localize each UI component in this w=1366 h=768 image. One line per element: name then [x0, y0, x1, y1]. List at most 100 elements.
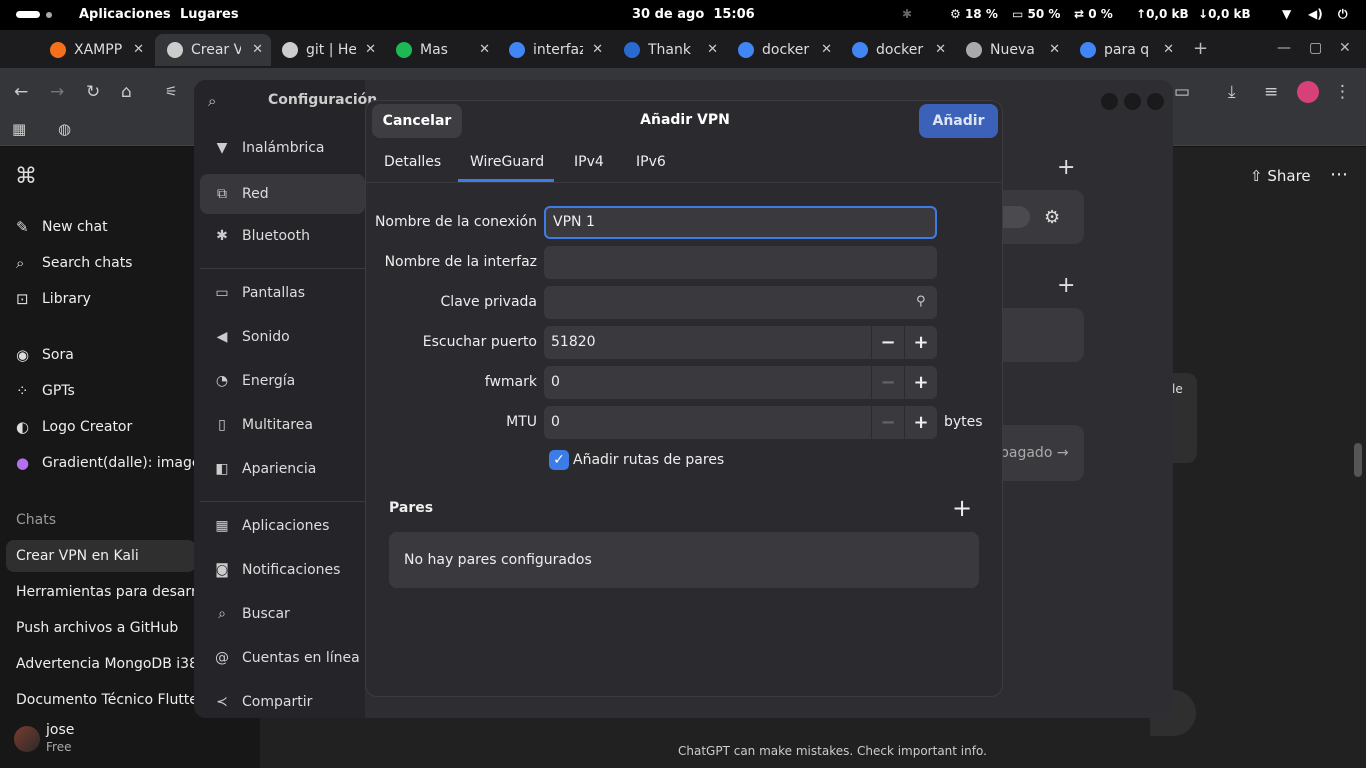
- fwmark-input[interactable]: 0: [544, 366, 871, 399]
- browser-tab[interactable]: Thank ✕: [612, 34, 726, 66]
- browser-menu-icon[interactable]: ⋮: [1334, 82, 1351, 102]
- interface-name-input[interactable]: [544, 246, 937, 279]
- new-tab-button[interactable]: +: [1193, 38, 1208, 59]
- settings-item[interactable]: ✱ Bluetooth: [212, 228, 310, 244]
- nav-item[interactable]: ⊡ Library: [16, 290, 91, 308]
- back-icon[interactable]: ←: [14, 82, 28, 102]
- browser-tab[interactable]: Nueva ✕: [954, 34, 1068, 66]
- wifi-icon[interactable]: ▼: [1282, 7, 1291, 21]
- listen-port-increment-button[interactable]: +: [904, 326, 937, 359]
- share-button[interactable]: ⇧ Share: [1250, 167, 1311, 185]
- browser-tab[interactable]: interfaz ✕: [497, 34, 611, 66]
- browser-tab[interactable]: git | Hel ✕: [270, 34, 384, 66]
- close-icon[interactable]: [1147, 93, 1164, 110]
- reload-icon[interactable]: ↻: [86, 82, 100, 102]
- fwmark-increment-button[interactable]: +: [904, 366, 937, 399]
- close-tab-icon[interactable]: ✕: [133, 42, 144, 57]
- nav-item[interactable]: ◐ Logo Creator: [16, 418, 132, 436]
- close-window-button[interactable]: ✕: [1339, 40, 1351, 56]
- forward-icon[interactable]: →: [50, 82, 64, 102]
- browser-tab[interactable]: XAMPP ✕: [38, 34, 152, 66]
- maximize-icon[interactable]: [1124, 93, 1141, 110]
- avatar[interactable]: [14, 726, 40, 752]
- download-icon[interactable]: ⤓: [1228, 82, 1236, 102]
- settings-item[interactable]: ◀ Sonido: [212, 329, 290, 345]
- close-tab-icon[interactable]: ✕: [1163, 42, 1174, 57]
- activities-indicator[interactable]: [16, 11, 52, 18]
- close-tab-icon[interactable]: ✕: [365, 42, 376, 57]
- chat-history-item[interactable]: Advertencia MongoDB i386: [16, 656, 196, 672]
- settings-item[interactable]: ▼ Inalámbrica: [212, 140, 325, 156]
- chat-history-item[interactable]: Push archivos a GitHub: [16, 620, 196, 636]
- settings-item[interactable]: ◙ Notificaciones: [212, 562, 340, 578]
- close-tab-icon[interactable]: ✕: [821, 42, 832, 57]
- close-tab-icon[interactable]: ✕: [479, 42, 490, 57]
- mtu-decrement-button[interactable]: −: [871, 406, 904, 439]
- close-tab-icon[interactable]: ✕: [707, 42, 718, 57]
- nav-item[interactable]: ⌕ Search chats: [16, 254, 132, 272]
- tab-ipv6[interactable]: IPv6: [636, 154, 666, 170]
- browser-tab[interactable]: Crear VPN ✕: [155, 34, 271, 66]
- profile-avatar[interactable]: [1297, 81, 1319, 103]
- add-button[interactable]: Añadir: [919, 104, 998, 138]
- home-icon[interactable]: ⌂: [121, 82, 132, 102]
- settings-item[interactable]: ▯ Multitarea: [212, 417, 313, 433]
- cast-icon[interactable]: ▭: [1174, 82, 1190, 102]
- scrollbar[interactable]: [1354, 443, 1362, 477]
- add-routes-label[interactable]: Añadir rutas de pares: [573, 452, 724, 468]
- close-tab-icon[interactable]: ✕: [252, 42, 263, 57]
- applications-menu[interactable]: Aplicaciones: [79, 7, 171, 22]
- settings-item[interactable]: ▦ Aplicaciones: [212, 518, 329, 534]
- add-icon[interactable]: +: [1057, 273, 1075, 298]
- settings-item[interactable]: ⧉ Red: [200, 174, 365, 214]
- power-icon[interactable]: ⏻: [1338, 7, 1348, 22]
- maximize-button[interactable]: ▢: [1309, 40, 1322, 56]
- chat-history-item[interactable]: Documento Técnico Flutter: [16, 692, 196, 708]
- minimize-icon[interactable]: [1101, 93, 1118, 110]
- settings-item[interactable]: ▭ Pantallas: [212, 285, 305, 301]
- close-tab-icon[interactable]: ✕: [1049, 42, 1060, 57]
- clock[interactable]: 30 de ago 15:06: [632, 7, 755, 22]
- close-tab-icon[interactable]: ✕: [592, 42, 603, 57]
- nav-item[interactable]: ✎ New chat: [16, 218, 108, 236]
- close-tab-icon[interactable]: ✕: [935, 42, 946, 57]
- gear-icon[interactable]: ⚙: [1044, 207, 1060, 228]
- site-info-icon[interactable]: ⚟: [165, 84, 178, 100]
- browser-tab[interactable]: docker ✕: [840, 34, 954, 66]
- tab-wireguard[interactable]: WireGuard: [470, 154, 544, 170]
- apps-grid-icon[interactable]: ▦: [12, 120, 26, 138]
- connection-name-input[interactable]: VPN 1: [544, 206, 937, 239]
- search-icon[interactable]: ⌕: [208, 92, 216, 110]
- nav-item[interactable]: ● Gradient(dalle): image, p: [16, 454, 218, 472]
- tab-details[interactable]: Detalles: [384, 154, 441, 170]
- tab-ipv4[interactable]: IPv4: [574, 154, 604, 170]
- settings-item[interactable]: ◔ Energía: [212, 373, 295, 389]
- chat-history-item[interactable]: Crear VPN en Kali: [6, 540, 196, 572]
- globe-icon[interactable]: ◍: [58, 120, 71, 138]
- add-routes-checkbox[interactable]: ✓: [549, 450, 569, 470]
- openai-logo-icon[interactable]: ⌘: [15, 164, 37, 189]
- nav-item[interactable]: ⁘ GPTs: [16, 382, 75, 400]
- key-icon[interactable]: ⚲: [916, 294, 926, 309]
- browser-tab[interactable]: docker ✕: [726, 34, 840, 66]
- volume-icon[interactable]: ◀): [1308, 7, 1323, 21]
- private-key-input[interactable]: [544, 286, 937, 319]
- more-options-icon[interactable]: ⋯: [1330, 164, 1348, 185]
- settings-item[interactable]: ≺ Compartir: [212, 694, 312, 710]
- mtu-increment-button[interactable]: +: [904, 406, 937, 439]
- chat-history-item[interactable]: Herramientas para desarrollo: [16, 584, 196, 600]
- nav-item[interactable]: ◉ Sora: [16, 346, 74, 364]
- browser-tab[interactable]: para q ✕: [1068, 34, 1182, 66]
- settings-item[interactable]: ⌕ Buscar: [212, 606, 290, 622]
- places-menu[interactable]: Lugares: [180, 7, 239, 22]
- listen-port-decrement-button[interactable]: −: [871, 326, 904, 359]
- minimize-button[interactable]: —: [1277, 40, 1291, 56]
- browser-tab[interactable]: Mas ✕: [384, 34, 498, 66]
- fwmark-decrement-button[interactable]: −: [871, 366, 904, 399]
- media-control-icon[interactable]: ≡: [1264, 82, 1278, 102]
- settings-item[interactable]: @ Cuentas en línea: [212, 650, 360, 666]
- listen-port-input[interactable]: 51820: [544, 326, 871, 359]
- user-name[interactable]: jose: [46, 722, 74, 738]
- add-peer-button[interactable]: +: [952, 494, 972, 522]
- mtu-input[interactable]: 0: [544, 406, 871, 439]
